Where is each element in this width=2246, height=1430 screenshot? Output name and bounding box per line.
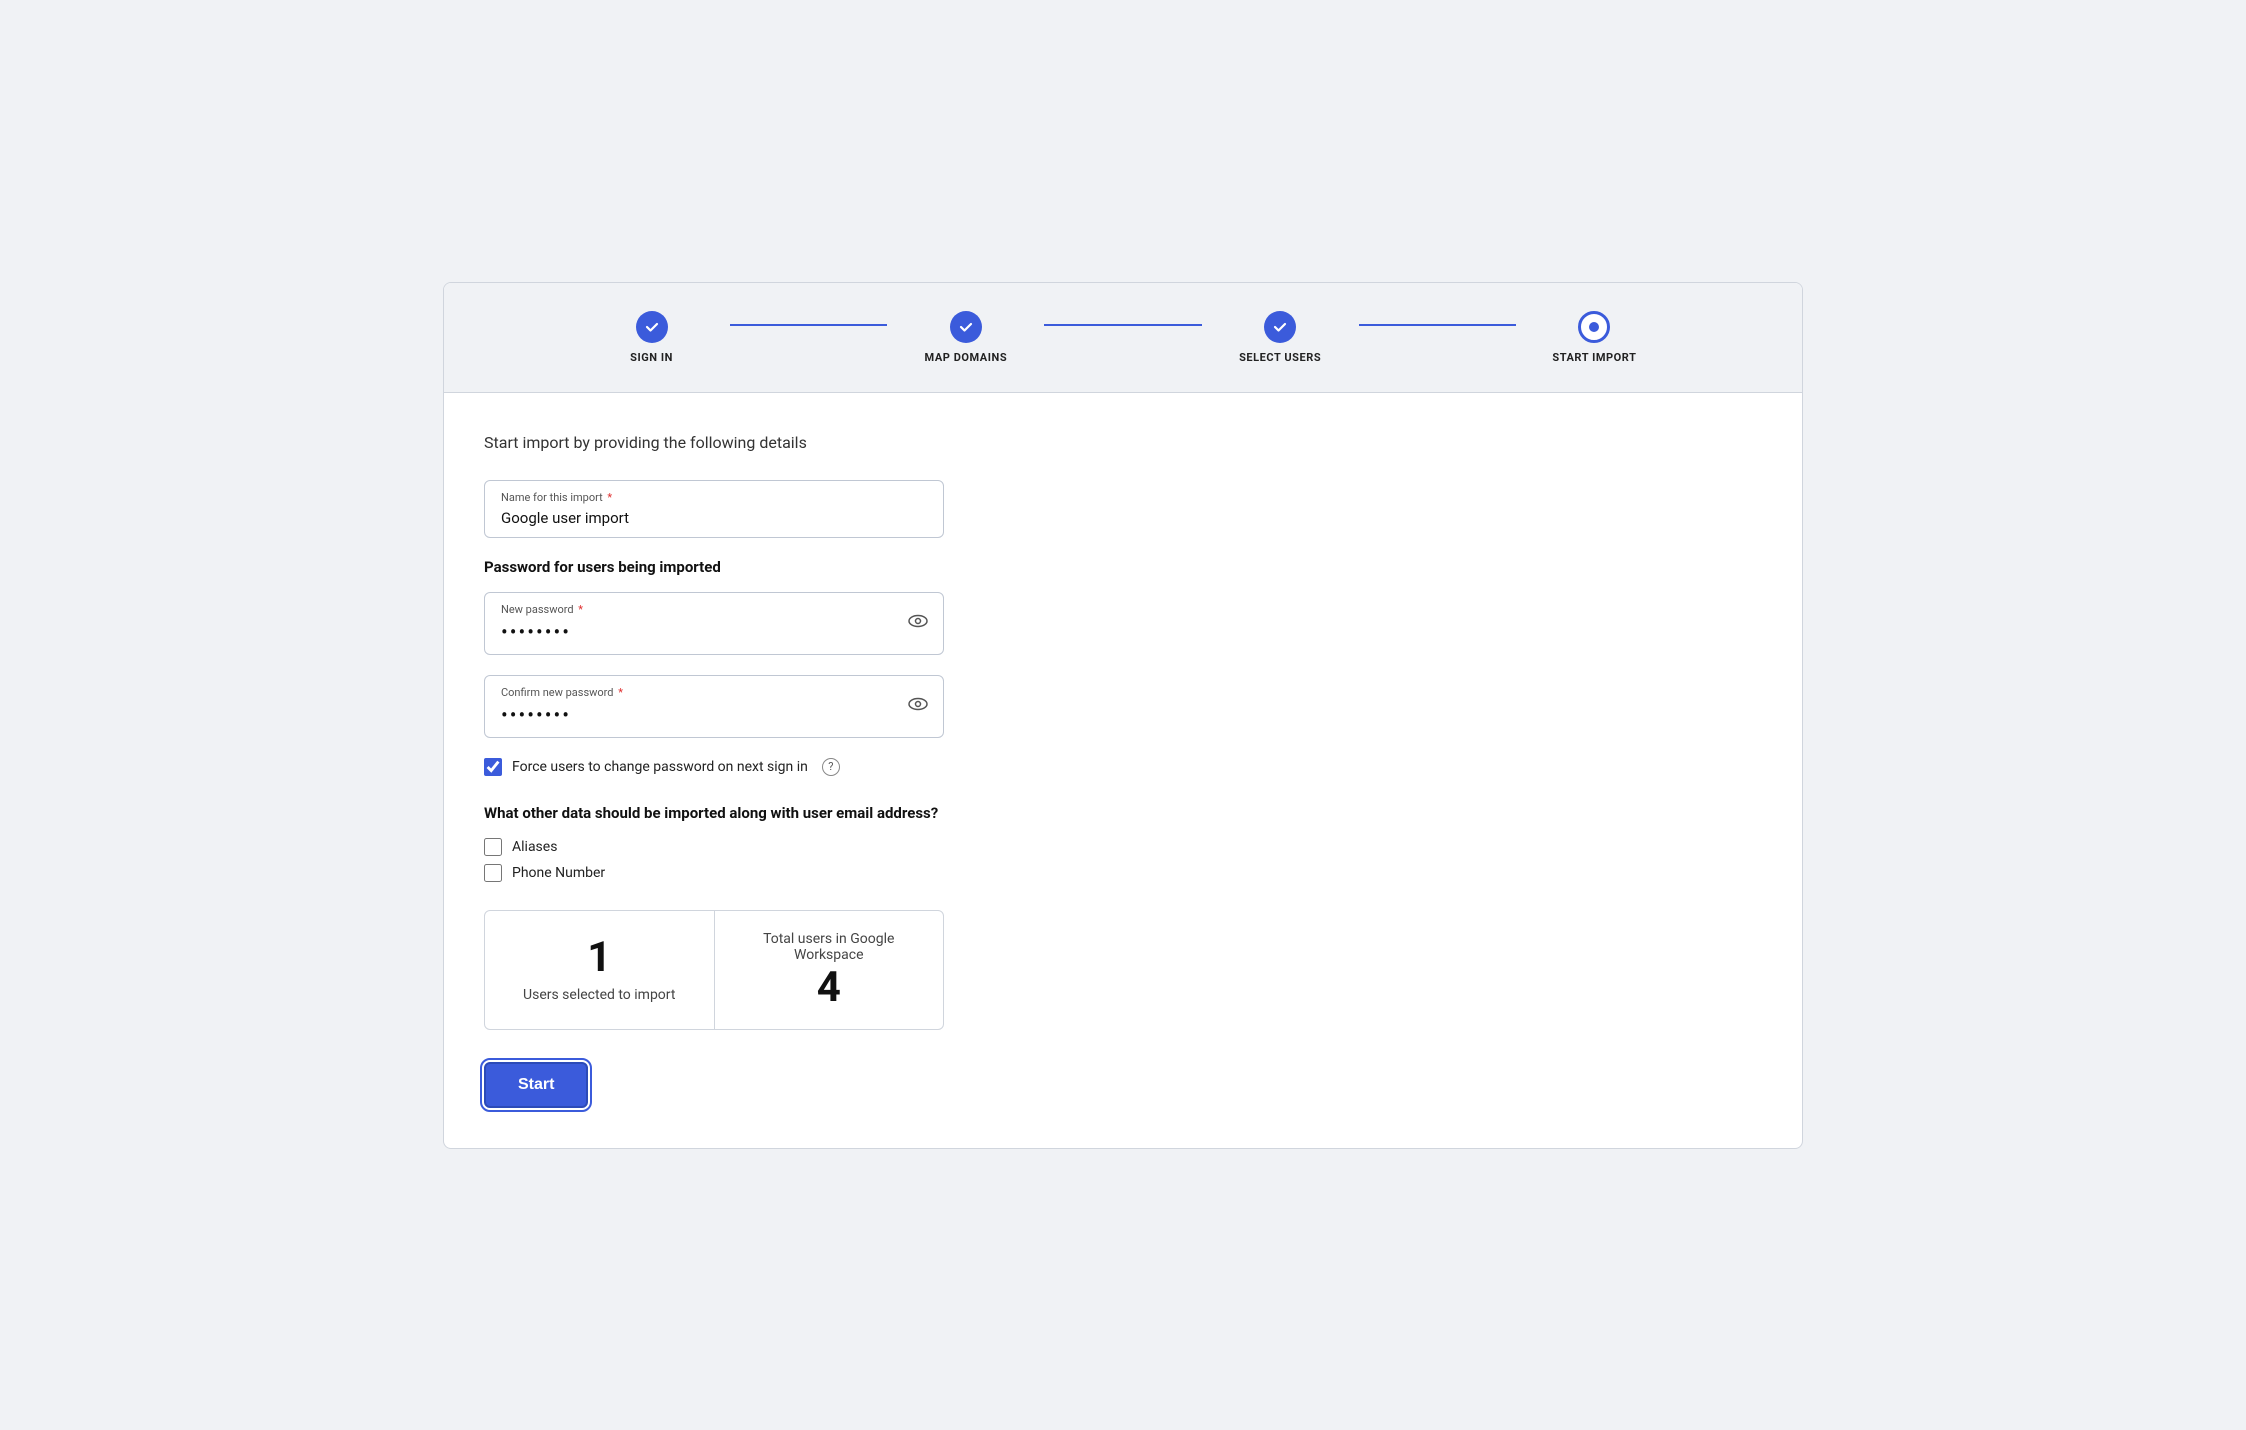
confirm-password-value: •••••••• [501, 703, 571, 727]
new-password-label: New password * [501, 603, 927, 616]
force-change-row: Force users to change password on next s… [484, 758, 1762, 776]
connector-2 [1044, 324, 1201, 326]
main-container: SIGN IN MAP DOMAINS SELECT USERS [443, 282, 1803, 1149]
phone-checkbox[interactable] [484, 864, 502, 882]
force-change-help-icon[interactable]: ? [822, 758, 840, 776]
step-map-domains: MAP DOMAINS [887, 311, 1044, 364]
content-area: Start import by providing the following … [444, 393, 1802, 1148]
import-name-input-wrapper[interactable]: Name for this import * Google user impor… [484, 480, 944, 538]
required-star-confirm: * [616, 686, 623, 699]
users-selected-stat: 1 Users selected to import [485, 911, 715, 1029]
toggle-password-icon[interactable] [907, 610, 929, 636]
stepper-inner: SIGN IN MAP DOMAINS SELECT USERS [573, 311, 1673, 364]
force-change-checkbox[interactable] [484, 758, 502, 776]
stepper: SIGN IN MAP DOMAINS SELECT USERS [444, 283, 1802, 393]
total-users-label: Total users in Google Workspace [739, 931, 920, 963]
password-section-title: Password for users being imported [484, 558, 1762, 576]
import-name-value: Google user import [501, 509, 629, 527]
total-users-number: 4 [817, 967, 841, 1009]
step-select-users: SELECT USERS [1202, 311, 1359, 364]
section-description: Start import by providing the following … [484, 433, 1762, 452]
required-star-pwd: * [576, 603, 583, 616]
other-data-title: What other data should be imported along… [484, 804, 1762, 822]
step-label-select-users: SELECT USERS [1239, 351, 1321, 364]
step-sign-in: SIGN IN [573, 311, 730, 364]
users-selected-number: 1 [587, 937, 611, 979]
new-password-value: •••••••• [501, 620, 571, 644]
new-password-field: New password * •••••••• [484, 592, 1762, 655]
force-change-label[interactable]: Force users to change password on next s… [512, 759, 808, 775]
confirm-password-label: Confirm new password * [501, 686, 927, 699]
total-users-stat: Total users in Google Workspace 4 [715, 911, 944, 1029]
required-star-name: * [605, 491, 612, 504]
checkmark-icon-2 [958, 319, 974, 335]
step-start-import: START IMPORT [1516, 311, 1673, 364]
stats-row: 1 Users selected to import Total users i… [484, 910, 944, 1030]
step-label-start-import: START IMPORT [1552, 351, 1636, 364]
import-name-field: Name for this import * Google user impor… [484, 480, 1762, 538]
import-name-label: Name for this import * [501, 491, 927, 504]
data-checkboxes: Aliases Phone Number [484, 838, 1762, 882]
phone-label[interactable]: Phone Number [512, 865, 605, 881]
step-label-map-domains: MAP DOMAINS [925, 351, 1008, 364]
active-dot [1589, 322, 1599, 332]
step-circle-map-domains [950, 311, 982, 343]
aliases-row: Aliases [484, 838, 1762, 856]
confirm-password-field: Confirm new password * •••••••• [484, 675, 1762, 738]
connector-3 [1359, 324, 1516, 326]
new-password-input-wrapper[interactable]: New password * •••••••• [484, 592, 944, 655]
phone-row: Phone Number [484, 864, 1762, 882]
step-circle-select-users [1264, 311, 1296, 343]
step-circle-sign-in [636, 311, 668, 343]
start-button[interactable]: Start [484, 1062, 588, 1108]
connector-1 [730, 324, 887, 326]
aliases-label[interactable]: Aliases [512, 839, 557, 855]
users-selected-label: Users selected to import [523, 987, 675, 1003]
checkmark-icon-3 [1272, 319, 1288, 335]
step-circle-start-import [1578, 311, 1610, 343]
aliases-checkbox[interactable] [484, 838, 502, 856]
toggle-confirm-password-icon[interactable] [907, 693, 929, 719]
checkmark-icon-1 [644, 319, 660, 335]
confirm-password-input-wrapper[interactable]: Confirm new password * •••••••• [484, 675, 944, 738]
step-label-sign-in: SIGN IN [630, 351, 673, 364]
